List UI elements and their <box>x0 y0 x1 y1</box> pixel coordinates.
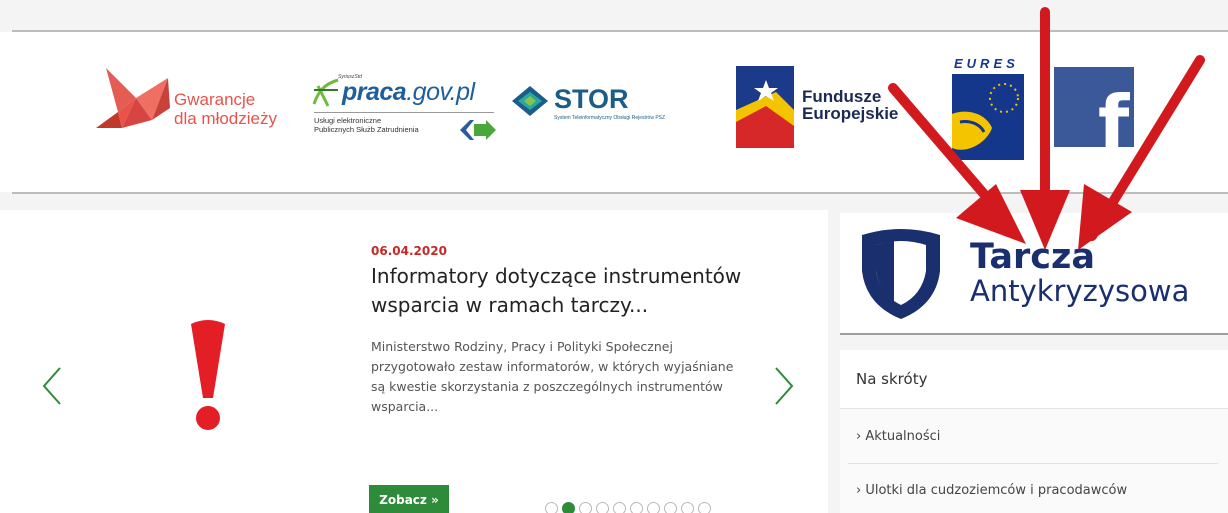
shortcuts-list: › Aktualności › Ulotki dla cudzoziemców … <box>840 409 1228 513</box>
gwarancje-logo-text: Gwarancje dla młodzieży <box>174 90 277 128</box>
praca-sub-line2: Publicznych Służb Zatrudnienia <box>314 125 419 134</box>
tarcza-antykryzysowa-banner[interactable]: Tarcza Antykryzysowa <box>840 213 1228 333</box>
eures-title: EURES <box>954 56 1019 71</box>
slider-dot-2[interactable] <box>562 502 575 513</box>
stor-logo[interactable]: STOR System Teleinformatyczny Obsługi Re… <box>512 84 712 134</box>
gwarancje-dla-mlodziezy-logo[interactable]: Gwarancje dla młodzieży <box>92 68 292 138</box>
gwarancje-line2: dla młodzieży <box>174 109 277 128</box>
slider-dot-6[interactable] <box>630 502 643 513</box>
slider-dot-4[interactable] <box>596 502 609 513</box>
exclamation-mark-icon <box>191 320 225 430</box>
shortcut-item-ulotki[interactable]: › Ulotki dla cudzoziemców i pracodawców <box>856 483 1127 498</box>
slider-pagination <box>545 502 711 513</box>
slider-dot-7[interactable] <box>647 502 660 513</box>
top-strip <box>0 0 1228 30</box>
slider-dot-5[interactable] <box>613 502 626 513</box>
eures-hands-icon <box>952 74 1024 160</box>
origami-bird-icon <box>96 68 170 128</box>
fundusze-europejskie-icon <box>736 66 794 148</box>
shortcuts-title: Na skróty <box>856 370 928 388</box>
news-slider: 06.04.2020 Informatory dotyczące instrum… <box>0 210 828 513</box>
praca-main-word: praca <box>342 78 407 106</box>
slider-dot-9[interactable] <box>681 502 694 513</box>
chevron-left-icon[interactable] <box>40 366 64 406</box>
facebook-letter: f <box>1098 80 1130 147</box>
praca-sub-line1: Usługi elektroniczne <box>314 116 382 125</box>
syriusz-icon <box>312 78 339 107</box>
stor-name: STOR <box>554 84 629 114</box>
partner-logos-bar: Gwarancje dla młodzieży SyriuszStd praca… <box>0 32 1228 192</box>
logos-divider <box>12 192 1228 194</box>
shortcut-item-aktualnosci[interactable]: › Aktualności <box>856 429 940 444</box>
gwarancje-line1: Gwarancje <box>174 90 256 109</box>
praca-divider <box>314 112 494 113</box>
praca-main-text: praca.gov.pl <box>342 78 475 107</box>
slider-dot-8[interactable] <box>664 502 677 513</box>
page: Gwarancje dla młodzieży SyriuszStd praca… <box>0 0 1228 513</box>
praca-subtitle: Usługi elektroniczne Publicznych Służb Z… <box>314 116 419 134</box>
news-title[interactable]: Informatory dotyczące instrumentów wspar… <box>371 262 771 320</box>
fundusze-text: Fundusze Europejskie <box>802 88 898 122</box>
praca-domain: .gov.pl <box>406 78 475 106</box>
fundusze-europejskie-logo[interactable]: Fundusze Europejskie <box>736 62 916 152</box>
slider-dot-10[interactable] <box>698 502 711 513</box>
fundusze-line2: Europejskie <box>802 104 899 123</box>
arrows-icon <box>460 120 496 140</box>
slider-dot-3[interactable] <box>579 502 592 513</box>
news-excerpt: Ministerstwo Rodziny, Pracy i Polityki S… <box>371 339 734 414</box>
tarcza-divider <box>840 333 1228 335</box>
see-more-button[interactable]: Zobacz » <box>369 485 449 513</box>
fundusze-line1: Fundusze <box>802 87 882 106</box>
news-date: 06.04.2020 <box>371 244 447 258</box>
eures-logo[interactable]: EURES <box>944 56 1034 166</box>
shortcuts-panel: Na skróty › Aktualności › Ulotki dla cud… <box>840 350 1228 513</box>
facebook-icon[interactable]: f <box>1054 67 1134 164</box>
stor-arrow-icon <box>512 86 548 116</box>
stor-subtitle: System Teleinformatyczny Obsługi Rejestr… <box>554 115 666 121</box>
praca-gov-pl-logo[interactable]: SyriuszStd praca.gov.pl Usługi elektroni… <box>312 70 502 150</box>
shield-icon <box>862 229 940 319</box>
shortcut-separator <box>848 463 1218 464</box>
tarcza-subtitle: Antykryzysowa <box>970 274 1190 308</box>
facebook-logo-graphic: f <box>1054 67 1134 164</box>
slider-dot-1[interactable] <box>545 502 558 513</box>
chevron-right-icon[interactable] <box>772 366 796 406</box>
tarcza-title: Tarcza <box>970 237 1095 277</box>
